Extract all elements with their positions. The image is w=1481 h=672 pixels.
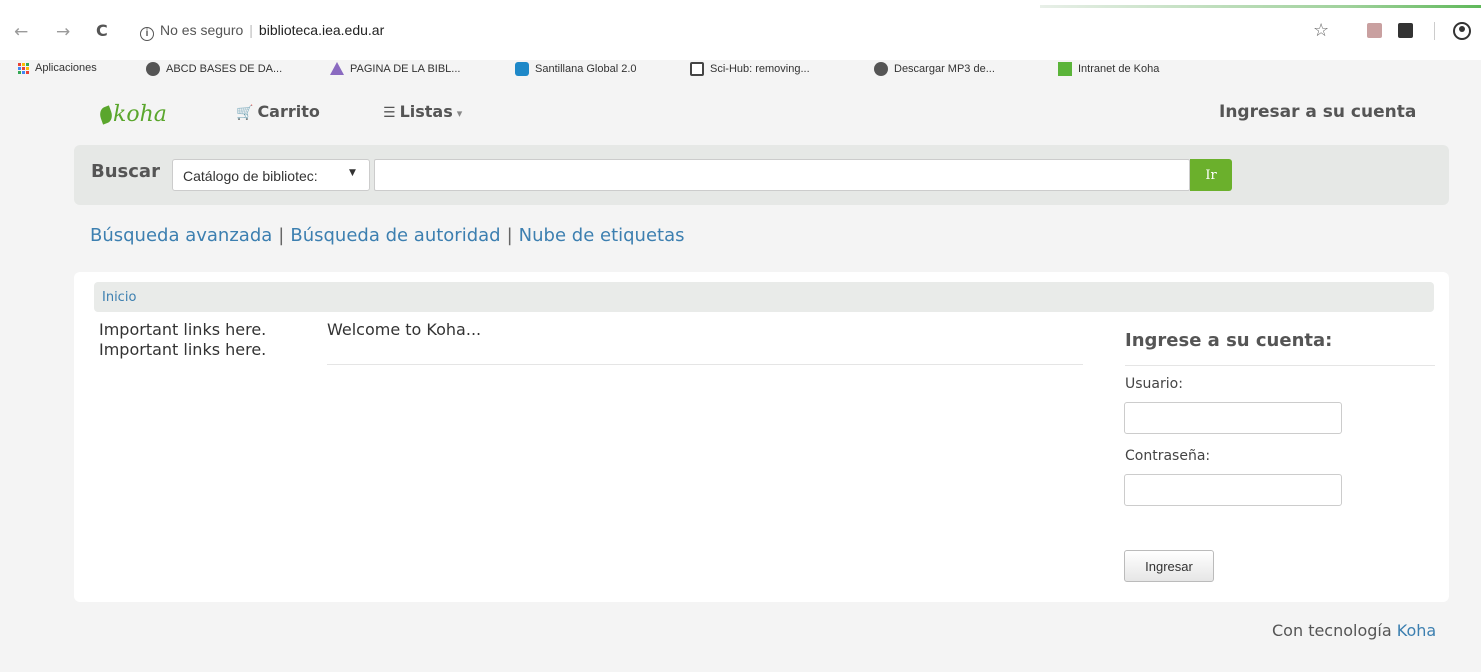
browser-progress-line bbox=[1040, 5, 1481, 8]
globe-icon bbox=[874, 62, 888, 76]
bookmark-abcd[interactable]: ABCD BASES DE DA... bbox=[146, 62, 282, 76]
bookmark-label: Intranet de Koha bbox=[1078, 63, 1160, 75]
catalog-select[interactable]: Catálogo de bibliotec: bbox=[172, 159, 370, 191]
link-separator: | bbox=[278, 225, 285, 246]
catalog-select-value: Catálogo de bibliotec: bbox=[183, 168, 318, 184]
apps-grid-icon bbox=[18, 62, 29, 74]
toolbar-divider bbox=[1434, 22, 1435, 40]
bookmark-label: Aplicaciones bbox=[35, 62, 97, 74]
select-arrow-icon: ▼ bbox=[349, 168, 356, 178]
login-button[interactable]: Ingresar bbox=[1124, 550, 1214, 582]
bookmark-pagina-biblioteca[interactable]: PAGINA DE LA BIBL... bbox=[330, 62, 460, 75]
search-label: Buscar bbox=[91, 161, 160, 182]
caret-down-icon: ▾ bbox=[456, 107, 463, 120]
security-label: No es seguro bbox=[160, 22, 244, 38]
password-label: Contraseña: bbox=[1125, 448, 1211, 464]
login-title: Ingrese a su cuenta: bbox=[1125, 330, 1333, 351]
warning-icon bbox=[330, 62, 344, 75]
santillana-icon bbox=[515, 62, 529, 76]
bookmark-koha-intranet[interactable]: Intranet de Koha bbox=[1058, 62, 1159, 76]
url-separator: | bbox=[249, 22, 253, 38]
bookmark-label: Sci-Hub: removing... bbox=[710, 63, 810, 75]
url-text: biblioteca.iea.edu.ar bbox=[258, 22, 385, 38]
reload-icon[interactable]: C bbox=[96, 21, 108, 40]
koha-footer-link[interactable]: Koha bbox=[1397, 621, 1436, 640]
bookmark-label: ABCD BASES DE DA... bbox=[166, 63, 283, 75]
breadcrumb-home[interactable]: Inicio bbox=[102, 290, 136, 305]
cart-icon: 🛒 bbox=[236, 105, 254, 121]
search-input[interactable] bbox=[374, 159, 1190, 191]
bookmark-label: PAGINA DE LA BIBL... bbox=[350, 62, 461, 75]
footer: Con tecnología Koha bbox=[1272, 621, 1436, 640]
login-link[interactable]: Ingresar a su cuenta bbox=[1219, 102, 1416, 122]
password-field[interactable] bbox=[1124, 474, 1342, 506]
address-bar[interactable]: i No es seguro | biblioteca.iea.edu.ar bbox=[140, 22, 384, 41]
list-icon: ☰ bbox=[383, 105, 396, 121]
pdf-extension-icon[interactable] bbox=[1367, 23, 1382, 38]
search-go-button[interactable]: Ir bbox=[1190, 159, 1232, 191]
authority-search-link[interactable]: Búsqueda de autoridad bbox=[290, 225, 500, 246]
globe-icon bbox=[146, 62, 160, 76]
logo-text: koha bbox=[113, 102, 167, 127]
bookmark-scihub[interactable]: Sci-Hub: removing... bbox=[690, 62, 810, 76]
bookmark-label: Santillana Global 2.0 bbox=[535, 63, 637, 75]
profile-icon[interactable] bbox=[1453, 22, 1471, 40]
tag-cloud-link[interactable]: Nube de etiquetas bbox=[519, 225, 685, 246]
forward-arrow-icon[interactable]: → bbox=[56, 22, 70, 42]
cart-label: Carrito bbox=[257, 102, 320, 121]
bookmark-star-icon[interactable]: ☆ bbox=[1313, 20, 1329, 41]
important-link: Important links here. bbox=[99, 340, 267, 359]
breadcrumb: Inicio bbox=[94, 282, 1434, 312]
bookmark-apps[interactable]: Aplicaciones bbox=[18, 62, 97, 74]
cart-button[interactable]: 🛒 Carrito bbox=[236, 102, 320, 121]
koha-icon bbox=[1058, 62, 1072, 76]
divider bbox=[1125, 365, 1435, 366]
more-searches: Búsqueda avanzada | Búsqueda de autoridad |… bbox=[90, 225, 685, 246]
bookmark-santillana[interactable]: Santillana Global 2.0 bbox=[515, 62, 637, 76]
username-label: Usuario: bbox=[1125, 376, 1183, 392]
bookmark-label: Descargar MP3 de... bbox=[894, 63, 995, 75]
link-separator: | bbox=[506, 225, 513, 246]
leaf-icon bbox=[97, 105, 115, 125]
important-links: Important links here. Important links he… bbox=[99, 320, 266, 360]
main-content: Inicio Important links here. Important l… bbox=[74, 272, 1449, 602]
info-icon[interactable]: i bbox=[140, 27, 154, 41]
koha-logo[interactable]: koha bbox=[97, 102, 167, 127]
extension-icon[interactable] bbox=[1398, 23, 1413, 38]
welcome-message: Welcome to Koha... bbox=[327, 320, 482, 339]
advanced-search-link[interactable]: Búsqueda avanzada bbox=[90, 225, 272, 246]
divider bbox=[327, 364, 1083, 365]
bookmark-mp3[interactable]: Descargar MP3 de... bbox=[874, 62, 995, 76]
scihub-icon bbox=[690, 62, 704, 76]
back-arrow-icon[interactable]: ← bbox=[14, 22, 28, 42]
powered-by-text: Con tecnología bbox=[1272, 621, 1392, 640]
lists-label: Listas bbox=[399, 102, 453, 121]
important-link: Important links here. bbox=[99, 320, 267, 339]
bookmarks-bar: Aplicaciones ABCD BASES DE DA... PAGINA … bbox=[0, 60, 1481, 86]
koha-page: koha 🛒 Carrito ☰ Listas ▾ Ingresar a su cue… bbox=[0, 86, 1481, 672]
lists-dropdown[interactable]: ☰ Listas ▾ bbox=[383, 102, 462, 121]
search-bar: Buscar Catálogo de bibliotec: ▼ Ir bbox=[74, 145, 1449, 205]
browser-toolbar: ← → C i No es seguro | biblioteca.iea.edu.a… bbox=[0, 0, 1481, 60]
username-field[interactable] bbox=[1124, 402, 1342, 434]
